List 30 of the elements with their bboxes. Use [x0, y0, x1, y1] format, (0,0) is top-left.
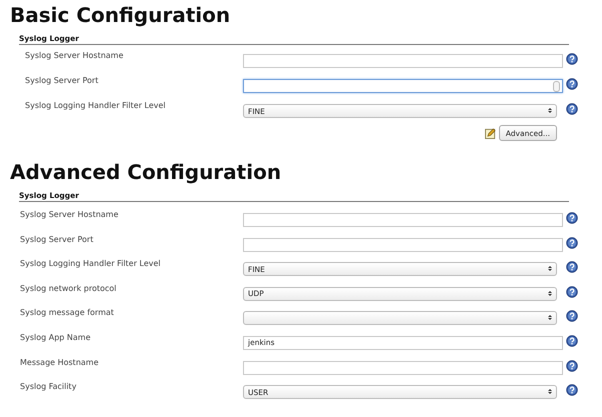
field-label: Syslog Logging Handler Filter Level [20, 258, 162, 268]
field-label: Syslog Server Hostname [20, 209, 120, 219]
section-heading: Basic Configuration [10, 4, 230, 26]
input-field[interactable] [243, 54, 563, 68]
field-label: Syslog Logging Handler Filter Level [25, 100, 167, 110]
help-icon[interactable] [566, 53, 578, 65]
help-icon[interactable] [566, 212, 578, 224]
notepad-icon [484, 128, 496, 138]
field-label: Message Hostname [20, 356, 100, 367]
input-field[interactable] [243, 238, 563, 252]
field-label: Syslog Facility [20, 381, 78, 392]
help-icon[interactable] [566, 103, 578, 115]
section-heading: Advanced Configuration [10, 161, 282, 183]
help-icon[interactable] [566, 78, 578, 90]
field-label: Syslog network protocol [20, 282, 118, 293]
field-label: Syslog message format [20, 307, 115, 318]
help-icon[interactable] [566, 384, 578, 396]
number-field[interactable] [243, 79, 563, 93]
help-icon[interactable] [566, 360, 578, 372]
input-field[interactable] [243, 360, 563, 375]
input-field[interactable] [243, 213, 563, 227]
help-icon[interactable] [566, 286, 578, 298]
field-label: Syslog App Name [20, 332, 92, 342]
field-label: Syslog Server Port [20, 234, 94, 244]
help-icon[interactable] [566, 236, 578, 249]
field-label: Syslog Server Port [25, 75, 100, 85]
help-icon[interactable] [566, 334, 578, 347]
field-label: Syslog Server Hostname [25, 50, 124, 60]
help-icon[interactable] [566, 310, 578, 322]
help-icon[interactable] [566, 261, 578, 274]
